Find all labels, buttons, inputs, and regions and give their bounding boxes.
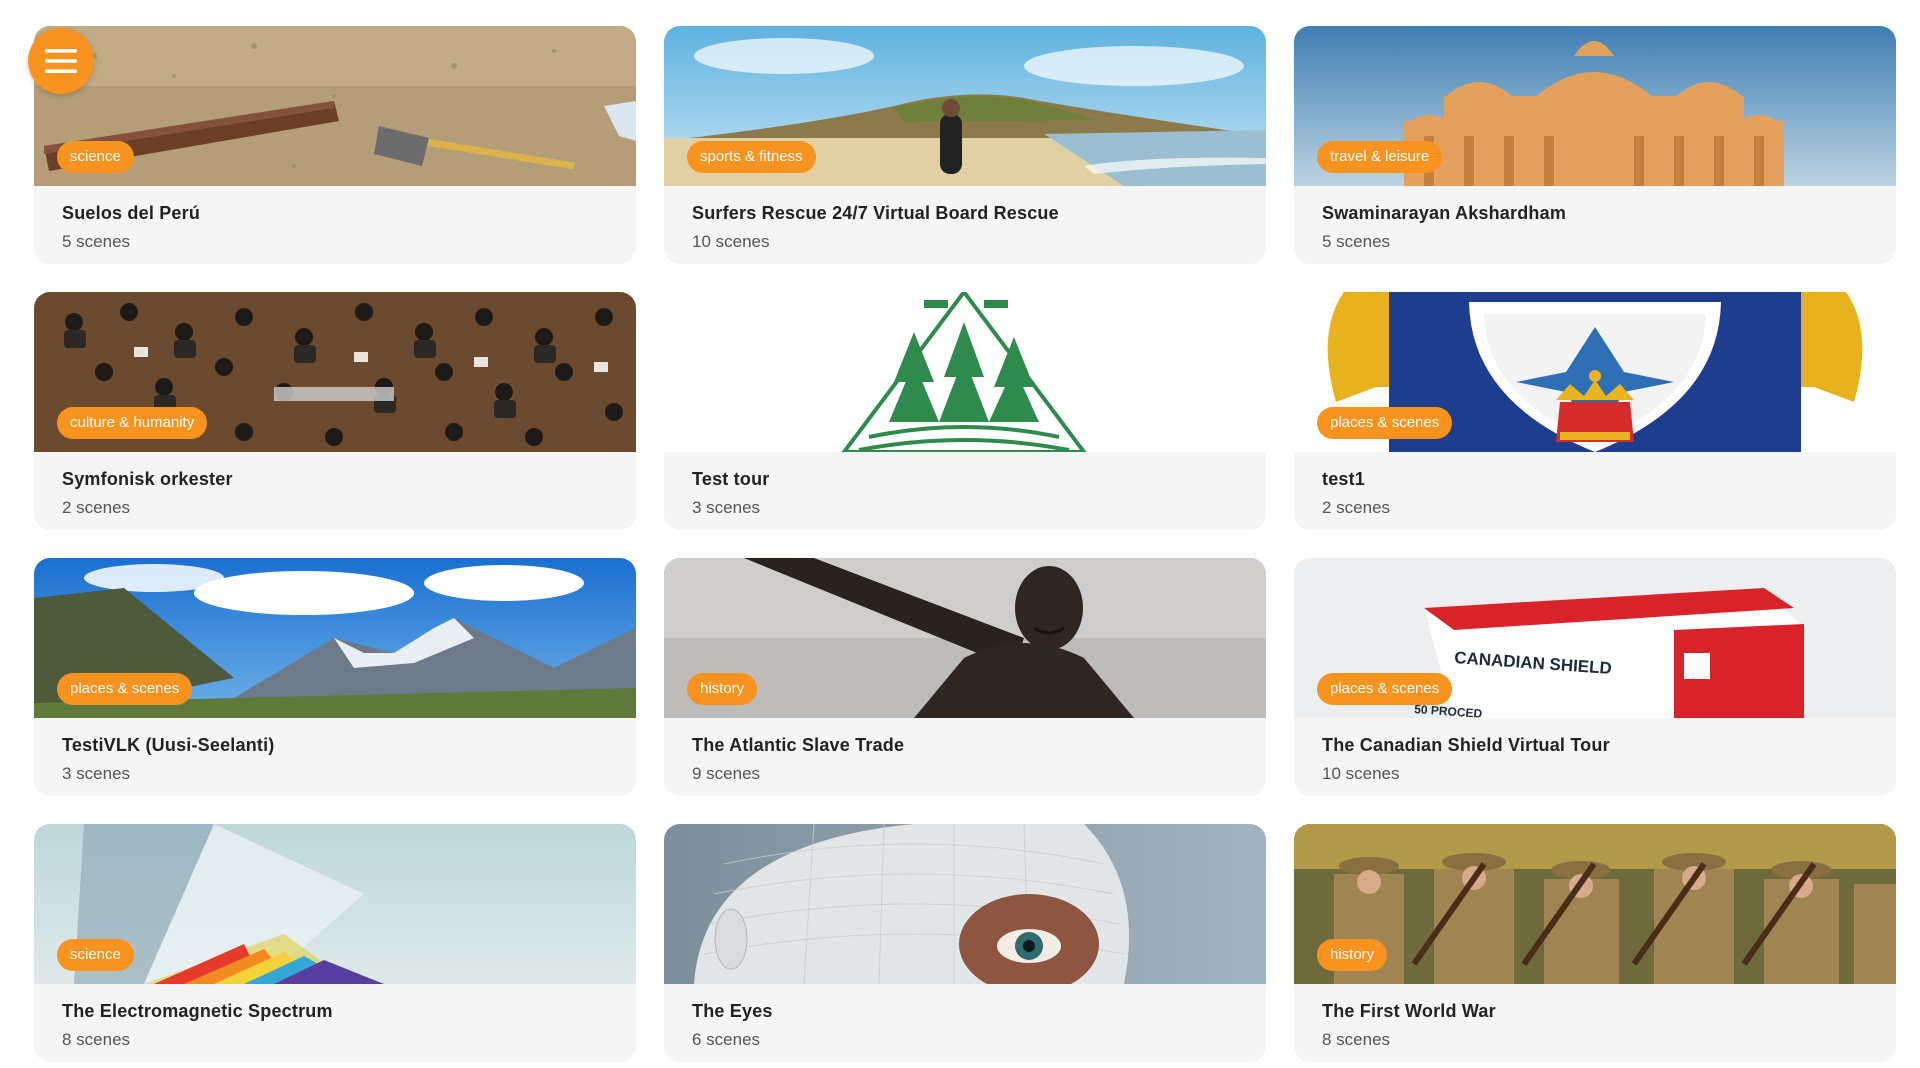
tour-card[interactable]: history The First World War 8 scenes [1294,824,1896,1062]
tour-card[interactable]: places & scenes TestiVLK (Uusi-Seelanti)… [34,558,636,796]
tour-thumbnail: science [34,824,636,984]
tour-title: Swaminarayan Akshardham [1322,203,1567,223]
tour-card[interactable]: Test tour 3 scenes [664,292,1266,530]
tour-thumbnail: science [34,26,636,186]
category-badge: science [57,939,134,971]
tour-title: The Atlantic Slave Trade [692,735,905,755]
tour-thumbnail: history [664,558,1266,718]
scene-count: 9 scenes [692,764,761,783]
tour-title: test1 [1322,469,1366,489]
scene-count: 3 scenes [62,764,131,783]
scene-count: 3 scenes [692,498,761,517]
tour-thumbnail: sports & fitness [664,26,1266,186]
tour-title: The Eyes [692,1001,773,1021]
tour-card[interactable]: science Suelos del Perú 5 scenes [34,26,636,264]
tour-thumbnail: places & scenes [34,558,636,718]
tour-thumbnail [664,292,1266,452]
tour-thumbnail: places & scenes [1294,292,1896,452]
scene-count: 10 scenes [692,232,770,251]
tour-card[interactable]: history The Atlantic Slave Trade 9 scene… [664,558,1266,796]
tour-grid: science Suelos del Perú 5 scenes sports … [34,26,1896,1062]
tour-thumbnail [664,824,1266,984]
tour-title: Suelos del Perú [62,203,201,223]
scene-count: 5 scenes [62,232,131,251]
tour-thumbnail: history [1294,824,1896,984]
scene-count: 8 scenes [62,1030,131,1049]
tour-card[interactable]: science The Electromagnetic Spectrum 8 s… [34,824,636,1062]
category-badge: history [687,673,758,705]
category-badge: travel & leisure [1317,141,1443,173]
tour-title: The Canadian Shield Virtual Tour [1322,735,1610,755]
tour-thumbnail: culture & humanity [34,292,636,452]
category-badge: culture & humanity [57,407,208,439]
menu-button[interactable] [28,28,94,94]
tour-thumbnail: travel & leisure [1294,26,1896,186]
category-badge: sports & fitness [687,141,816,173]
tour-card[interactable]: sports & fitness Surfers Rescue 24/7 Vir… [664,26,1266,264]
scene-count: 2 scenes [1322,498,1391,517]
tour-thumbnail: CANADIAN SHIELD 50 PROCED places & scene… [1294,558,1896,718]
scene-count: 8 scenes [1322,1030,1391,1049]
category-badge: science [57,141,134,173]
tour-title: The Electromagnetic Spectrum [62,1001,333,1021]
scene-count: 2 scenes [62,498,131,517]
tour-title: TestiVLK (Uusi-Seelanti) [62,735,275,755]
scene-count: 6 scenes [692,1030,761,1049]
tour-card[interactable]: places & scenes test1 2 scenes [1294,292,1896,530]
category-badge: places & scenes [1317,407,1453,439]
tour-title: The First World War [1322,1001,1496,1021]
tour-title: Surfers Rescue 24/7 Virtual Board Rescue [692,203,1059,223]
tour-card[interactable]: culture & humanity Symfonisk orkester 2 … [34,292,636,530]
hamburger-menu-icon [45,49,77,73]
tour-card[interactable]: CANADIAN SHIELD 50 PROCED places & scene… [1294,558,1896,796]
tour-title: Symfonisk orkester [62,469,233,489]
category-badge: history [1317,939,1388,971]
tour-title: Test tour [692,469,770,489]
scene-count: 10 scenes [1322,764,1400,783]
category-badge: places & scenes [57,673,193,705]
scene-count: 5 scenes [1322,232,1391,251]
tour-card[interactable]: travel & leisure Swaminarayan Akshardham… [1294,26,1896,264]
category-badge: places & scenes [1317,673,1453,705]
tour-card[interactable]: The Eyes 6 scenes [664,824,1266,1062]
